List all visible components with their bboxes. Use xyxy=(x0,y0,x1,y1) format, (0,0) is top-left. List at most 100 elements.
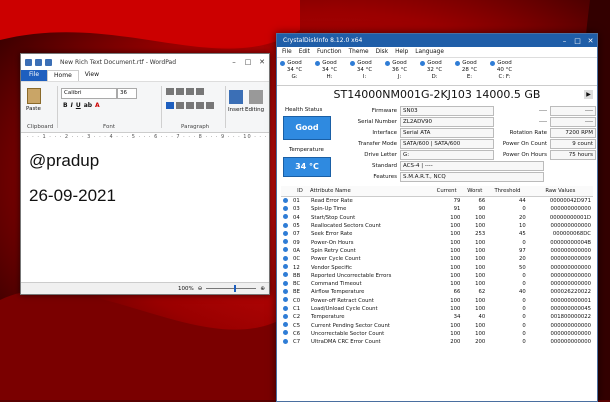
table-row[interactable]: 04 Start/Stop Count 100 100 20 00000000001D xyxy=(281,214,593,222)
drive-tab[interactable]: Good 34 °C G: xyxy=(277,58,312,85)
drive-tab[interactable]: Good 34 °C I: xyxy=(347,58,382,85)
right-field-2-value: ---- xyxy=(550,116,596,127)
insert-icon[interactable] xyxy=(229,90,243,104)
attr-current: 100 xyxy=(450,264,461,271)
italic-button[interactable]: I xyxy=(71,102,73,109)
col-attribute-name[interactable]: Attribute Name xyxy=(309,186,431,197)
attr-current: 79 xyxy=(453,198,461,205)
table-row[interactable]: 0C Power Cycle Count 100 100 20 000000000009 xyxy=(281,255,593,263)
power-on-count-label: Power On Count xyxy=(502,140,547,147)
paragraph-icon[interactable] xyxy=(206,102,214,109)
file-tab[interactable]: File xyxy=(21,70,48,81)
menu-theme[interactable]: Theme xyxy=(349,49,369,55)
drive-tab[interactable]: Good 32 °C D: xyxy=(417,58,452,85)
decrease-indent-icon[interactable] xyxy=(166,88,174,95)
editing-button[interactable]: Editing xyxy=(245,107,264,113)
attr-id: 0A xyxy=(293,247,300,254)
drive-tab[interactable]: Good 28 °C E: xyxy=(452,58,487,85)
paste-icon[interactable] xyxy=(27,88,41,104)
menu-file[interactable]: File xyxy=(282,49,292,55)
cdi-maximize-button[interactable]: □ xyxy=(571,37,584,45)
status-dot-icon xyxy=(281,330,291,338)
font-color-icon[interactable]: A xyxy=(95,102,100,109)
table-row[interactable]: C5 Current Pending Sector Count 100 100 0 000… xyxy=(281,321,593,329)
close-button[interactable]: ✕ xyxy=(255,58,269,66)
minimize-button[interactable]: – xyxy=(227,58,241,66)
menu-disk[interactable]: Disk xyxy=(376,49,388,55)
health-status-button[interactable]: Good xyxy=(283,116,331,140)
drive-letter-value: G: xyxy=(400,149,494,160)
col-id[interactable]: ID xyxy=(291,186,309,197)
table-row[interactable]: 03 Spin-Up Time 91 90 0 000000000000 xyxy=(281,205,593,213)
strikethrough-button[interactable]: ab xyxy=(84,102,92,109)
tab-home[interactable]: Home xyxy=(47,70,79,81)
attr-id: C2 xyxy=(293,314,301,321)
attr-raw: 000000000000 xyxy=(550,247,591,254)
table-row[interactable]: C7 UltraDMA CRC Error Count 200 200 0 0000000… xyxy=(281,338,593,346)
maximize-button[interactable]: □ xyxy=(241,58,255,66)
document-area[interactable]: @pradup 26-09-2021 xyxy=(21,141,269,281)
align-left-icon[interactable] xyxy=(166,102,174,109)
status-dot-icon xyxy=(281,230,291,238)
zoom-out-button[interactable]: ⊖ xyxy=(198,286,203,292)
attr-name: Power-On Hours xyxy=(311,239,354,246)
table-row[interactable]: C1 Load/Unload Cycle Count 100 100 0 00000000… xyxy=(281,305,593,313)
drive-tab[interactable]: Good 36 °C J: xyxy=(382,58,417,85)
save-icon[interactable] xyxy=(25,58,32,66)
smart-attributes-table[interactable]: ID Attribute Name Current Worst Threshol… xyxy=(281,186,593,346)
drive-tab[interactable]: Good 34 °C H: xyxy=(312,58,347,85)
attr-threshold: 0 xyxy=(522,314,526,321)
table-row[interactable]: 01 Read Error Rate 79 66 44 00000042D971 xyxy=(281,197,593,206)
table-row[interactable]: 12 Vendor Specific 100 100 50 000000000000 xyxy=(281,263,593,271)
font-size-select[interactable]: 36 xyxy=(117,88,137,99)
font-family-select[interactable]: Calibri xyxy=(61,88,117,99)
undo-icon[interactable] xyxy=(35,58,42,66)
attr-raw: 000000000000 xyxy=(550,322,591,329)
drive-tab[interactable]: Good 40 °C C: F: xyxy=(487,58,522,85)
table-row[interactable]: BC Command Timeout 100 100 0 000000000000 xyxy=(281,280,593,288)
col-threshold[interactable]: Threshold xyxy=(487,186,528,197)
tab-view[interactable]: View xyxy=(79,70,105,81)
zoom-slider[interactable] xyxy=(206,285,257,292)
attr-current: 100 xyxy=(450,214,461,221)
line-spacing-icon[interactable] xyxy=(196,88,204,95)
features-value: S.M.A.R.T., NCQ xyxy=(400,171,544,182)
table-row[interactable]: C6 Uncorrectable Sector Count 100 100 0 00000… xyxy=(281,330,593,338)
table-row[interactable]: 09 Power-On Hours 100 100 0 00000000004B xyxy=(281,238,593,246)
col-current[interactable]: Current xyxy=(430,186,463,197)
increase-indent-icon[interactable] xyxy=(176,88,184,95)
cdi-minimize-button[interactable]: – xyxy=(558,37,571,45)
paste-button[interactable]: Paste xyxy=(26,106,41,112)
cdi-close-button[interactable]: ✕ xyxy=(584,37,597,45)
col-raw-values[interactable]: Raw Values xyxy=(527,186,593,197)
table-row[interactable]: 07 Seek Error Rate 100 253 45 000000068DC xyxy=(281,230,593,238)
align-right-icon[interactable] xyxy=(186,102,194,109)
redo-icon[interactable] xyxy=(45,58,52,66)
underline-button[interactable]: U xyxy=(76,102,81,109)
attr-name: Power Cycle Count xyxy=(311,256,361,263)
col-worst[interactable]: Worst xyxy=(462,186,488,197)
table-row[interactable]: 05 Reallocated Sectors Count 100 100 10 00000… xyxy=(281,222,593,230)
table-row[interactable]: BE Airflow Temperature 66 62 40 000026220022 xyxy=(281,288,593,296)
menu-language[interactable]: Language xyxy=(415,49,444,55)
table-row[interactable]: C2 Temperature 34 40 0 001800000022 xyxy=(281,313,593,321)
bold-button[interactable]: B xyxy=(63,102,68,109)
disk-model-label: ST14000NM001G-2KJ103 14000.5 GB xyxy=(333,88,541,101)
menu-function[interactable]: Function xyxy=(317,49,342,55)
bullets-icon[interactable] xyxy=(186,88,194,95)
align-center-icon[interactable] xyxy=(176,102,184,109)
justify-icon[interactable] xyxy=(196,102,204,109)
table-row[interactable]: C0 Power-off Retract Count 100 100 0 00000000… xyxy=(281,297,593,305)
insert-button[interactable]: Insert xyxy=(228,107,244,113)
menu-edit[interactable]: Edit xyxy=(299,49,310,55)
table-row[interactable]: 0A Spin Retry Count 100 100 97 000000000000 xyxy=(281,247,593,255)
menu-help[interactable]: Help xyxy=(395,49,408,55)
editing-icon[interactable] xyxy=(249,90,263,104)
zoom-in-button[interactable]: ⊕ xyxy=(260,286,265,292)
temperature-button[interactable]: 34 °C xyxy=(283,157,331,177)
next-disk-button[interactable]: ▶ xyxy=(584,90,593,99)
table-row[interactable]: BB Reported Uncorrectable Errors 100 100 0 00… xyxy=(281,272,593,280)
rotation-rate-value: 7200 RPM xyxy=(550,127,596,138)
attr-name: Load/Unload Cycle Count xyxy=(311,306,378,312)
attr-id: 03 xyxy=(293,206,300,213)
